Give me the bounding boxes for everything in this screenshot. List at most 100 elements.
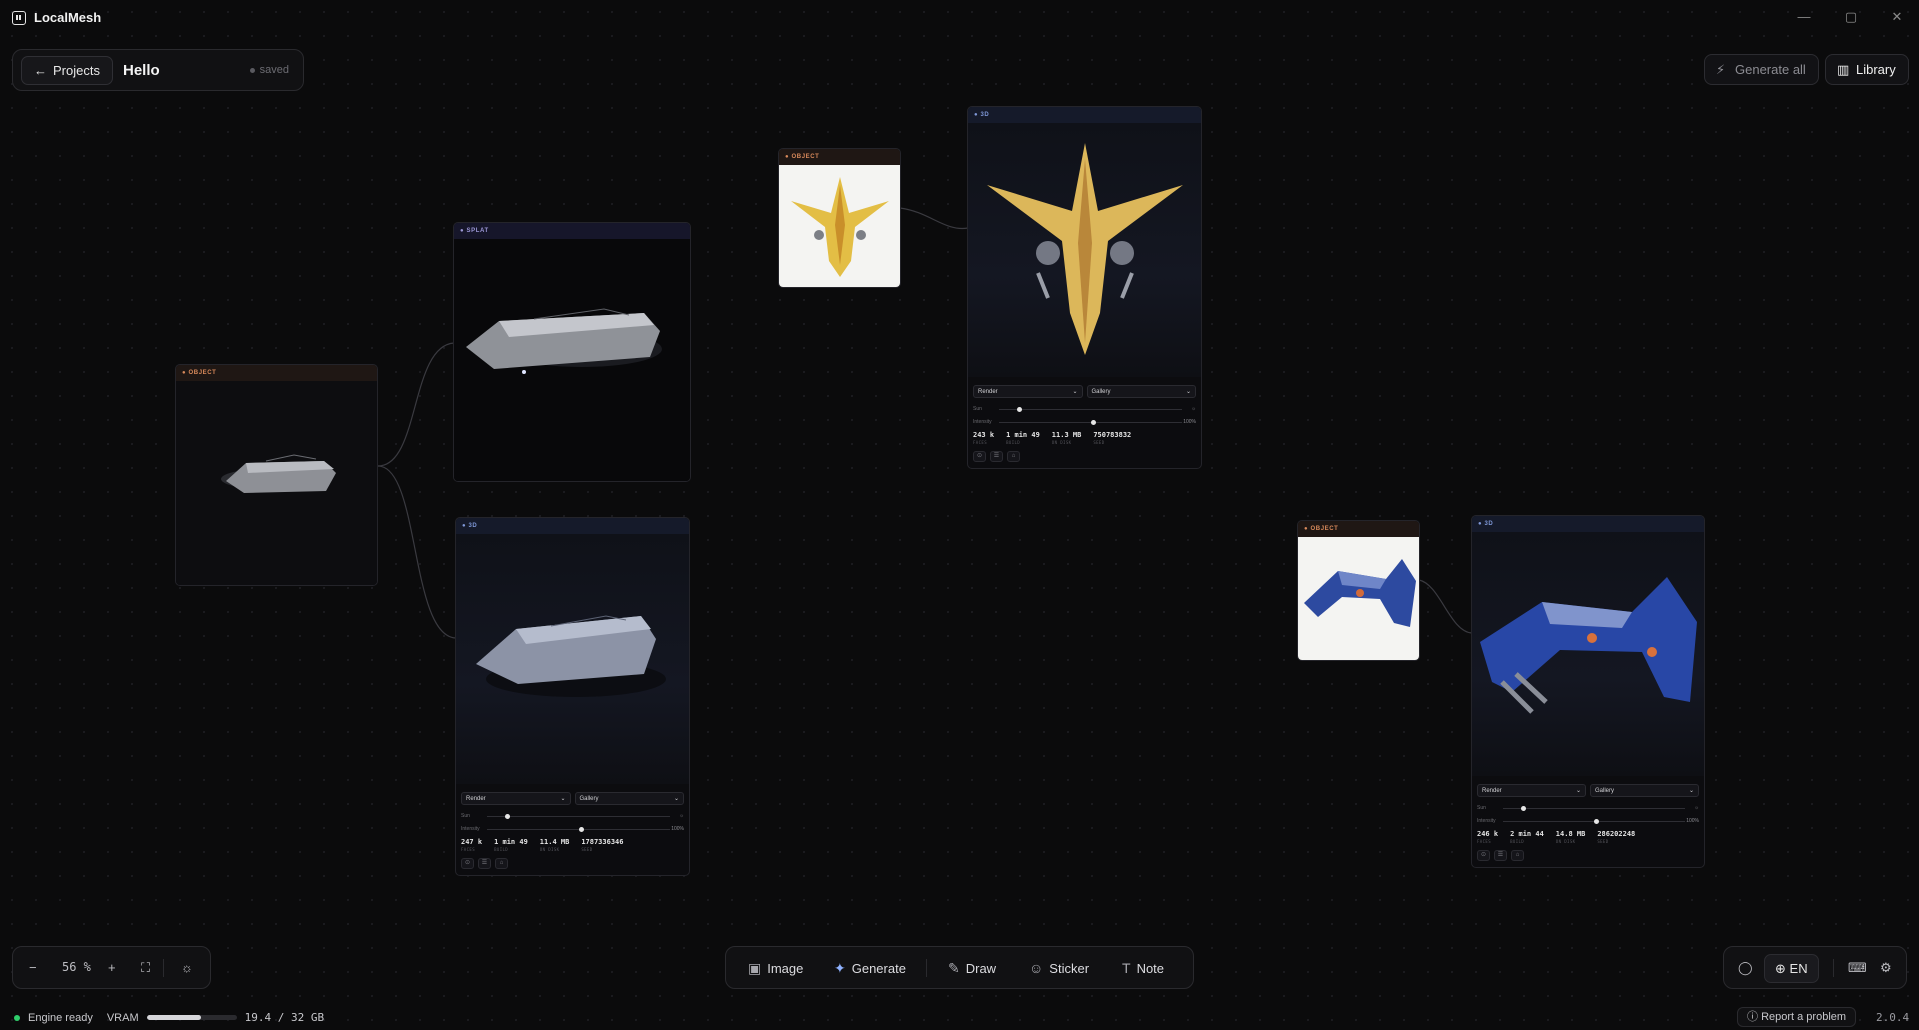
- 3d-node[interactable]: ● 3D Render ⌄ Gallery ⌄ Sun ☼ Intensity 10…: [1471, 515, 1705, 868]
- sparkle-icon: ✦: [834, 960, 846, 976]
- edge-object-to-splat: [377, 342, 455, 467]
- zoom-in-button[interactable]: +: [108, 960, 116, 975]
- chevron-down-icon: ⌄: [1688, 788, 1694, 794]
- vram-value: 19.4 / 32 GB: [244, 1011, 325, 1024]
- intensity-slider[interactable]: Intensity 100%: [461, 824, 684, 834]
- info-icon: ⓘ: [1747, 1011, 1758, 1023]
- node-header: ● 3D: [456, 518, 689, 534]
- language-button[interactable]: ⊕ EN: [1764, 954, 1819, 983]
- pencil-icon: ✎: [948, 960, 960, 976]
- sticker-icon: ☺: [1029, 960, 1044, 976]
- render-controls: Render ⌄ Gallery ⌄ Sun ☼ Intensity 100% 24…: [968, 379, 1201, 468]
- app-version: 2.0.4: [1876, 1011, 1910, 1024]
- engine-status: Engine ready: [28, 1011, 93, 1024]
- canvas-toolbar: ▣ Image ✦ Generate ✎ Draw ☺ Sticker T Note: [725, 946, 1194, 989]
- edge-object-to-3d: [377, 465, 457, 639]
- render-controls: Render ⌄ Gallery ⌄ Sun ☼ Intensity 100% 24…: [1472, 778, 1704, 867]
- settings-gear-icon[interactable]: ⚙: [1880, 960, 1892, 976]
- intensity-slider[interactable]: Intensity 100%: [973, 417, 1196, 427]
- render-select[interactable]: Render ⌄: [973, 385, 1083, 398]
- yellow-ship-render: [987, 143, 1183, 355]
- splat-node[interactable]: ● SPLAT: [453, 222, 691, 482]
- object-preview: [779, 165, 900, 287]
- sun-slider[interactable]: Sun ☼: [1477, 803, 1699, 813]
- sun-slider-knob[interactable]: [1017, 406, 1023, 412]
- layers-icon[interactable]: ☰: [990, 451, 1003, 462]
- node-header: ● SPLAT: [454, 223, 690, 239]
- generate-button[interactable]: ✦ Generate: [834, 960, 906, 977]
- chevron-down-icon: ⌄: [1185, 389, 1191, 395]
- intensity-slider[interactable]: Intensity 100%: [1477, 816, 1699, 826]
- chevron-down-icon: ⌄: [560, 796, 566, 802]
- theme-toggle-icon[interactable]: ☼: [181, 960, 193, 975]
- delete-icon[interactable]: ⌂: [1007, 451, 1020, 462]
- draw-button[interactable]: ✎ Draw: [948, 960, 996, 977]
- intensity-slider-knob[interactable]: [1594, 818, 1599, 824]
- node-header: ● OBJECT: [1298, 521, 1419, 537]
- layers-icon[interactable]: ☰: [478, 858, 491, 869]
- object-preview: [176, 381, 377, 585]
- intensity-slider-knob[interactable]: [1090, 419, 1096, 425]
- mouse-icon[interactable]: ◯: [1738, 960, 1753, 976]
- edge-blue-to-3d: [1418, 579, 1473, 634]
- yellow-ship-thumbnail: [791, 177, 889, 277]
- text-icon: T: [1122, 960, 1131, 976]
- splat-ship-render: [466, 308, 662, 374]
- zoom-controls: − 56 % + ⛶ ☼: [12, 946, 211, 989]
- edge-yellow-to-3d: [899, 207, 969, 230]
- 3d-viewport[interactable]: [456, 534, 689, 784]
- language-label: EN: [1789, 961, 1808, 976]
- gallery-select[interactable]: Gallery ⌄: [574, 792, 684, 805]
- object-node[interactable]: ● OBJECT: [1297, 520, 1420, 661]
- intensity-slider-knob[interactable]: [578, 826, 584, 832]
- sun-slider-knob[interactable]: [1521, 805, 1527, 811]
- zoom-out-button[interactable]: −: [29, 960, 37, 975]
- globe-icon: ⊕: [1775, 961, 1786, 976]
- chevron-down-icon: ⌄: [1072, 389, 1078, 395]
- engine-status-dot-icon: [14, 1014, 20, 1021]
- fit-view-icon[interactable]: ⛶: [141, 960, 150, 976]
- add-image-button[interactable]: ▣ Image: [748, 960, 803, 977]
- blue-ship-render: [1480, 577, 1697, 714]
- delete-icon[interactable]: ⌂: [1511, 850, 1524, 861]
- splat-preview: [454, 239, 690, 481]
- vram-usage-bar: [146, 1015, 237, 1020]
- chevron-down-icon: ⌄: [1575, 788, 1581, 794]
- sun-slider[interactable]: Sun ☼: [973, 404, 1196, 414]
- chevron-down-icon: ⌄: [673, 796, 679, 802]
- note-button[interactable]: T Note: [1122, 960, 1164, 976]
- node-header: ● 3D: [1472, 516, 1704, 532]
- sun-slider[interactable]: Sun ☼: [461, 811, 684, 821]
- report-problem-button[interactable]: ⓘ Report a problem: [1737, 1007, 1857, 1027]
- mesh-stats: 246 k FACES 2 min 44 BUILD 14.8 MB ON DISK …: [1477, 830, 1636, 844]
- object-node[interactable]: ● OBJECT: [175, 364, 378, 586]
- node-header: ● OBJECT: [176, 365, 377, 381]
- 3d-viewport[interactable]: [1472, 532, 1704, 776]
- grey-ship-thumbnail: [221, 454, 336, 493]
- mesh-stats: 247 k FACES 1 min 49 BUILD 11.4 MB ON DISK …: [461, 838, 624, 852]
- gallery-select[interactable]: Gallery ⌄: [1086, 385, 1196, 398]
- 3d-node[interactable]: ● 3D Render ⌄ Gallery ⌄ Sun ☼ Intensity 10…: [967, 106, 1202, 469]
- render-controls: Render ⌄ Gallery ⌄ Sun ☼ Intensity 100% 24…: [456, 786, 689, 875]
- object-preview: [1298, 537, 1419, 660]
- delete-icon[interactable]: ⌂: [495, 858, 508, 869]
- object-node[interactable]: ● OBJECT: [778, 148, 901, 288]
- render-select[interactable]: Render ⌄: [461, 792, 571, 805]
- 3d-node[interactable]: ● 3D Render ⌄ Gallery ⌄ Sun ☼ Intensity 10…: [455, 517, 690, 876]
- layers-icon[interactable]: ☰: [1494, 850, 1507, 861]
- vram-usage-fill: [146, 1015, 202, 1020]
- gallery-select[interactable]: Gallery ⌄: [1590, 784, 1699, 797]
- export-icon[interactable]: ⊙: [1477, 850, 1490, 861]
- vram-label: VRAM: [106, 1011, 139, 1024]
- keyboard-icon[interactable]: ⌨: [1848, 960, 1867, 976]
- sun-slider-knob[interactable]: [505, 813, 511, 819]
- export-icon[interactable]: ⊙: [973, 451, 986, 462]
- export-icon[interactable]: ⊙: [461, 858, 474, 869]
- render-select[interactable]: Render ⌄: [1477, 784, 1586, 797]
- settings-controls: ◯ ⊕ EN ⌨ ⚙: [1723, 946, 1907, 989]
- status-bar: Engine ready VRAM 19.4 / 32 GB: [14, 1011, 324, 1024]
- sticker-button[interactable]: ☺ Sticker: [1029, 960, 1089, 976]
- 3d-viewport[interactable]: [968, 123, 1201, 377]
- node-header: ● OBJECT: [779, 149, 900, 165]
- report-label: Report a problem: [1761, 1011, 1847, 1023]
